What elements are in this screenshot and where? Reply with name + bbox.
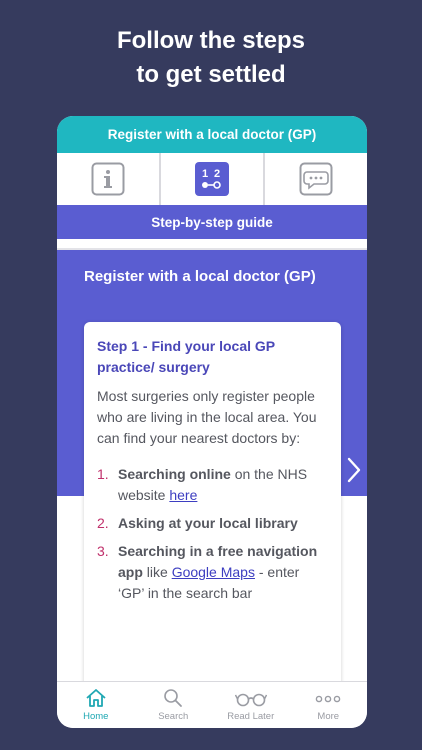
- google-maps-link[interactable]: Google Maps: [172, 564, 255, 580]
- step-body: Most surgeries only register people who …: [97, 388, 317, 446]
- nav-more[interactable]: More: [290, 682, 368, 728]
- mode-tabs: 1 2: [57, 153, 367, 205]
- chat-bubble-icon: [299, 162, 333, 196]
- svg-text:1: 1: [202, 168, 208, 180]
- step-title: Step 1 - Find your local GP practice/ su…: [97, 338, 275, 375]
- search-icon: [164, 689, 183, 707]
- next-step-button[interactable]: [343, 450, 365, 490]
- step-by-step-guide-bar: Step-by-step guide: [57, 205, 367, 239]
- nav-home[interactable]: Home: [57, 682, 135, 728]
- list-item: 1. Searching online on the NHS website h…: [97, 464, 328, 506]
- step-card: Step 1 - Find your local GP practice/ su…: [84, 322, 341, 690]
- list-plain-text: like: [142, 564, 172, 580]
- headline-line-2: to get settled: [136, 61, 286, 88]
- app-header: Register with a local doctor (GP): [57, 116, 367, 153]
- list-item: 2. Asking at your local library: [97, 513, 328, 534]
- list-bold-text: Searching online: [118, 466, 231, 482]
- svg-text:2: 2: [214, 168, 220, 180]
- list-number: 2.: [97, 515, 109, 531]
- list-text: Asking at your local library: [118, 513, 298, 534]
- glasses-icon: [234, 693, 267, 707]
- content-area: Register with a local doctor (GP) Step 1…: [57, 250, 367, 690]
- nhs-website-link[interactable]: here: [169, 487, 197, 503]
- divider: [57, 239, 367, 250]
- nav-label: Home: [83, 711, 109, 722]
- nav-label: Read Later: [227, 711, 275, 722]
- nav-read-later[interactable]: Read Later: [212, 682, 290, 728]
- promo-headline: Follow the steps to get settled: [0, 24, 422, 92]
- info-icon: [91, 162, 125, 196]
- nav-search[interactable]: Search: [135, 682, 213, 728]
- chevron-right-icon: [347, 457, 361, 483]
- phone-screen: Register with a local doctor (GP) 1 2 St…: [57, 116, 367, 728]
- tab-info[interactable]: [57, 153, 161, 205]
- nav-label: Search: [158, 711, 189, 722]
- numbered-steps-icon: 1 2: [195, 162, 229, 196]
- nav-label: More: [317, 711, 340, 722]
- step-list: 1. Searching online on the NHS website h…: [97, 464, 328, 604]
- header-title: Register with a local doctor (GP): [107, 127, 317, 142]
- headline-line-1: Follow the steps: [116, 27, 305, 54]
- section-title: Register with a local doctor (GP): [84, 268, 316, 285]
- tab-step-by-step[interactable]: 1 2: [161, 153, 265, 205]
- bottom-nav: Home Search Read Later More: [57, 681, 367, 728]
- list-item: 3. Searching in a free navigation app li…: [97, 541, 328, 604]
- guide-label: Step-by-step guide: [151, 214, 273, 230]
- tab-chat[interactable]: [265, 153, 367, 205]
- list-text: Searching online on the NHS website here: [118, 464, 328, 506]
- list-bold-text: Asking at your local library: [118, 515, 298, 531]
- more-icon: [315, 695, 341, 703]
- list-number: 3.: [97, 543, 109, 559]
- list-number: 1.: [97, 466, 109, 482]
- home-icon: [86, 689, 106, 707]
- list-text: Searching in a free navigation app like …: [118, 541, 328, 604]
